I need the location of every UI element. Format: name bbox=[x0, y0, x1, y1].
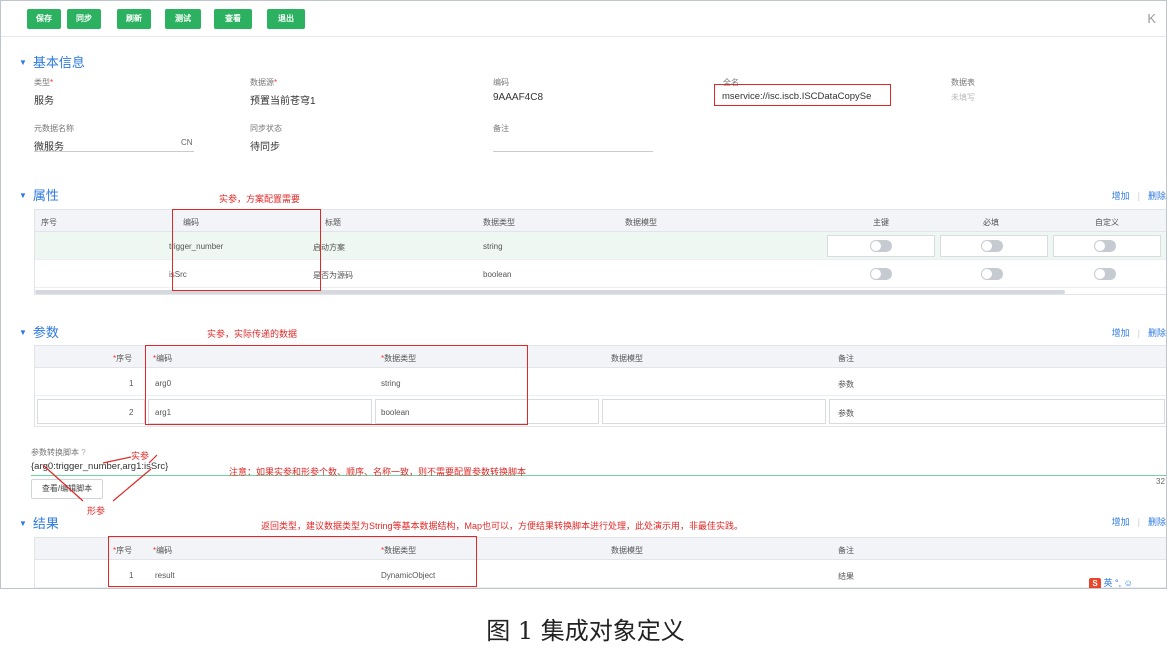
sync-button[interactable]: 同步 bbox=[67, 9, 101, 29]
save-button[interactable]: 保存 bbox=[27, 9, 61, 29]
arrow-line bbox=[112, 468, 152, 502]
highlight-params bbox=[145, 345, 528, 425]
caret-down-icon: ▼ bbox=[19, 328, 27, 337]
section-title: 参数 bbox=[32, 325, 59, 340]
required-toggle[interactable] bbox=[981, 240, 1003, 252]
pk-toggle[interactable] bbox=[870, 240, 892, 252]
sync-status-value: 待同步 bbox=[250, 142, 280, 153]
pk-toggle[interactable] bbox=[870, 268, 892, 280]
section-title: 基本信息 bbox=[32, 55, 85, 70]
cell-remark: 参数 bbox=[838, 380, 854, 389]
toolbar: 保存 同步 刷新 测试 查看 退出 K bbox=[1, 1, 1166, 37]
delete-button[interactable]: 删除 bbox=[1148, 328, 1166, 338]
cell-remark: 结果 bbox=[838, 572, 854, 581]
params-actions: 增加 | 删除 bbox=[1111, 328, 1166, 338]
code-label: 编码 bbox=[493, 78, 509, 87]
sync-status-label: 同步状态 bbox=[250, 124, 282, 133]
section-title: 属性 bbox=[32, 188, 59, 203]
cell-remark-box[interactable] bbox=[829, 399, 1165, 424]
highlight-fullname bbox=[714, 84, 891, 106]
highlight-result bbox=[108, 536, 477, 587]
sogou-icon: S bbox=[1089, 578, 1101, 588]
test-button[interactable]: 测试 bbox=[165, 9, 201, 29]
section-params[interactable]: ▼ 参数 bbox=[19, 322, 59, 341]
app-window: 保存 同步 刷新 测试 查看 退出 K ▼ 基本信息 类型* 服务 数据源* 预置… bbox=[0, 0, 1167, 589]
annotation-arrows bbox=[42, 454, 158, 502]
refresh-button[interactable]: 刷新 bbox=[117, 9, 151, 29]
add-button[interactable]: 增加 bbox=[1112, 328, 1130, 338]
col-header: 必填 bbox=[983, 218, 999, 227]
delete-button[interactable]: 删除 bbox=[1148, 517, 1166, 527]
annotation-result: 返回类型，建议数据类型为String等基本数据结构，Map也可以，方便结果转换脚… bbox=[261, 521, 744, 531]
col-header: *序号 bbox=[113, 354, 133, 363]
annotation-props: 实参，方案配置需要 bbox=[219, 194, 301, 204]
cell-index: 2 bbox=[129, 408, 134, 417]
caret-down-icon: ▼ bbox=[19, 58, 27, 67]
annotation-script-note: 注意：如果实参和形参个数、顺序、名称一致，则不需要配置参数转换脚本 bbox=[229, 467, 527, 477]
remark-label: 备注 bbox=[493, 124, 509, 133]
cell-model-box[interactable] bbox=[602, 399, 826, 424]
col-header: 主键 bbox=[873, 218, 889, 227]
add-button[interactable]: 增加 bbox=[1112, 517, 1130, 527]
col-header: 标题 bbox=[325, 218, 341, 227]
col-header: 数据类型 bbox=[483, 218, 515, 227]
custom-toggle[interactable] bbox=[1094, 240, 1116, 252]
remark-input[interactable] bbox=[493, 151, 653, 152]
add-button[interactable]: 增加 bbox=[1112, 191, 1130, 201]
char-counter: 32 bbox=[1156, 477, 1165, 486]
highlight-props-code bbox=[172, 209, 321, 291]
exit-button[interactable]: 退出 bbox=[267, 9, 305, 29]
required-toggle[interactable] bbox=[981, 268, 1003, 280]
cell-dtype: boolean bbox=[483, 270, 512, 279]
emoji-icon[interactable]: ☺ bbox=[1124, 578, 1133, 588]
view-button[interactable]: 查看 bbox=[214, 9, 252, 29]
section-result[interactable]: ▼ 结果 bbox=[19, 513, 59, 532]
col-header: 序号 bbox=[41, 218, 57, 227]
col-header: 数据模型 bbox=[625, 218, 657, 227]
delete-button[interactable]: 删除 bbox=[1148, 191, 1166, 201]
lang-code[interactable]: CN bbox=[181, 138, 193, 147]
col-header: 备注 bbox=[838, 354, 854, 363]
props-actions: 增加 | 删除 bbox=[1111, 191, 1166, 201]
ime-toolbar[interactable]: S 英 °, ☺ bbox=[1089, 576, 1166, 588]
code-value[interactable]: 9AAAF4C8 bbox=[493, 92, 543, 103]
arrow-line bbox=[148, 454, 158, 464]
type-label: 类型* bbox=[34, 78, 54, 87]
collapse-icon[interactable]: K bbox=[1147, 11, 1156, 26]
col-header: 备注 bbox=[838, 546, 854, 555]
col-header: 数据模型 bbox=[611, 354, 643, 363]
script-underline bbox=[31, 475, 1166, 476]
custom-toggle[interactable] bbox=[1094, 268, 1116, 280]
section-title: 结果 bbox=[32, 516, 59, 531]
cell-index: 1 bbox=[129, 379, 134, 388]
datasource-value[interactable]: 预置当前苍穹1 bbox=[250, 92, 316, 107]
datatable-label: 数据表 bbox=[951, 78, 975, 87]
datatable-value[interactable]: 未填写 bbox=[951, 92, 975, 103]
col-header: 数据模型 bbox=[611, 546, 643, 555]
result-actions: 增加 | 删除 bbox=[1111, 517, 1166, 527]
figure-caption: 图 1 集成对象定义 bbox=[486, 617, 685, 645]
section-basic-info[interactable]: ▼ 基本信息 bbox=[19, 52, 85, 71]
section-properties[interactable]: ▼ 属性 bbox=[19, 185, 59, 204]
cell-remark: 参数 bbox=[838, 409, 854, 418]
meta-name-underline bbox=[34, 151, 194, 152]
caret-down-icon: ▼ bbox=[19, 519, 27, 528]
arrow-line bbox=[102, 456, 132, 464]
cell-dtype: string bbox=[483, 242, 503, 251]
col-header: 自定义 bbox=[1095, 218, 1119, 227]
type-value[interactable]: 服务 bbox=[34, 92, 54, 107]
caret-down-icon: ▼ bbox=[19, 191, 27, 200]
meta-name-label: 元数据名称 bbox=[34, 124, 74, 133]
annotation-params: 实参，实际传递的数据 bbox=[207, 329, 298, 339]
arrow-line bbox=[42, 464, 84, 502]
datasource-label: 数据源* bbox=[250, 78, 278, 87]
ime-lang[interactable]: 英 bbox=[1104, 578, 1113, 588]
punct-icon[interactable]: °, bbox=[1115, 578, 1121, 588]
